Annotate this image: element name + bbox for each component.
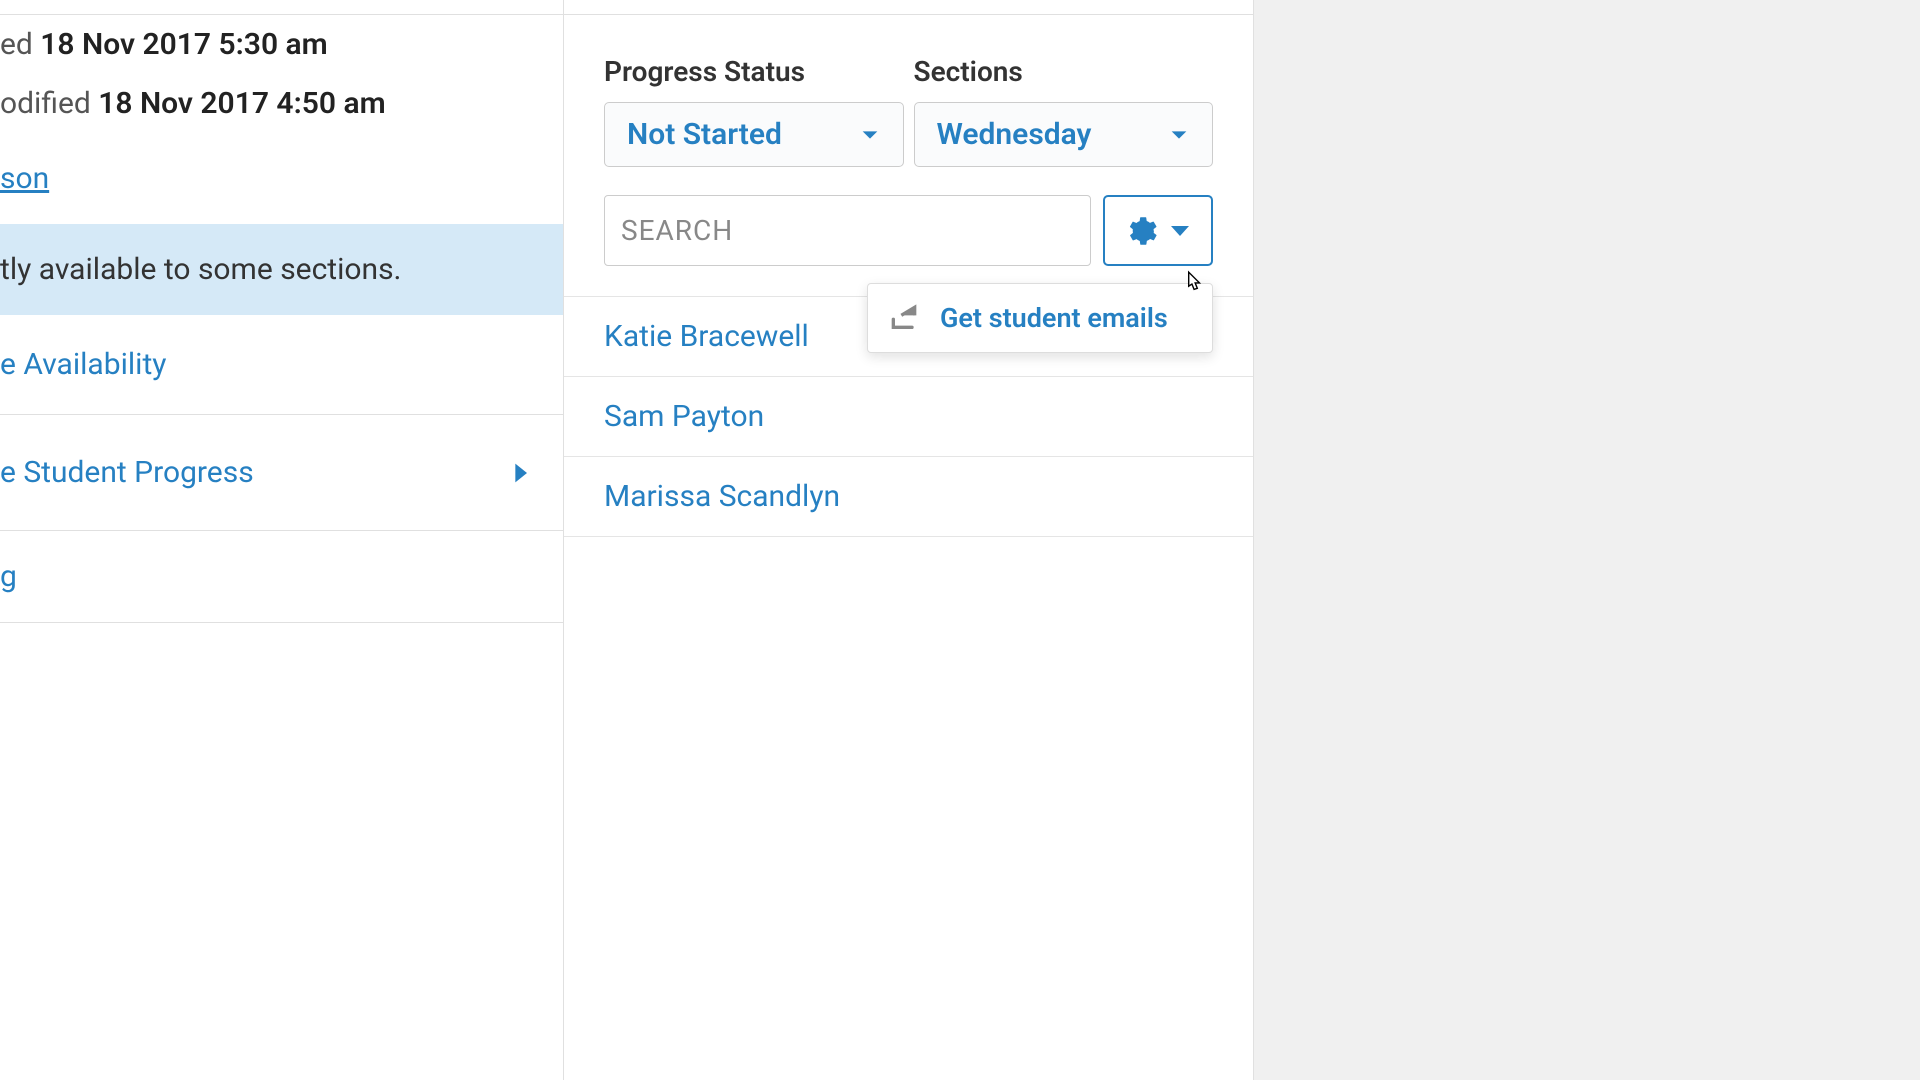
lesson-link[interactable]: son xyxy=(0,161,49,196)
right-panel: Progress Status Not Started Sections Wed… xyxy=(564,0,1254,1080)
modified-prefix: odified xyxy=(0,86,98,121)
progress-status-dropdown[interactable]: Not Started xyxy=(604,102,904,167)
chevron-down-icon xyxy=(1168,124,1190,146)
created-prefix: ed xyxy=(0,27,40,62)
sections-filter-group: Sections Wednesday xyxy=(914,55,1214,167)
student-item[interactable]: Marissa Scandlyn xyxy=(564,457,1253,537)
modified-date-line: odified 18 Nov 2017 4:50 am xyxy=(0,74,564,133)
lesson-link-row: son xyxy=(0,133,564,224)
sections-dropdown[interactable]: Wednesday xyxy=(914,102,1214,167)
search-row: Get student emails xyxy=(604,195,1213,266)
student-progress-row[interactable]: e Student Progress xyxy=(0,415,564,531)
search-input[interactable] xyxy=(604,195,1091,266)
created-date: 18 Nov 2017 5:30 am xyxy=(40,27,327,62)
left-panel: ed 18 Nov 2017 5:30 am odified 18 Nov 20… xyxy=(0,0,564,1080)
settings-menu: Get student emails xyxy=(867,283,1213,353)
caret-down-icon xyxy=(1171,226,1189,236)
manage-availability-link[interactable]: e Availability xyxy=(0,315,564,415)
availability-banner: tly available to some sections. xyxy=(0,224,564,315)
student-item[interactable]: Sam Payton xyxy=(564,377,1253,457)
chevron-right-icon xyxy=(506,459,534,487)
banner-text: tly available to some sections. xyxy=(0,252,401,287)
get-emails-label: Get student emails xyxy=(940,302,1168,334)
sections-value: Wednesday xyxy=(937,117,1092,152)
gear-icon xyxy=(1127,216,1157,246)
truncated-link[interactable]: g xyxy=(0,531,564,623)
progress-filter-group: Progress Status Not Started xyxy=(604,55,904,167)
student-progress-label: e Student Progress xyxy=(0,455,254,490)
progress-status-label: Progress Status xyxy=(604,55,904,88)
filter-row: Progress Status Not Started Sections Wed… xyxy=(604,55,1213,167)
background-area xyxy=(1254,0,1920,1080)
modified-date: 18 Nov 2017 4:50 am xyxy=(98,86,385,121)
export-icon xyxy=(888,302,920,334)
chevron-down-icon xyxy=(859,124,881,146)
sections-label: Sections xyxy=(914,55,1214,88)
get-student-emails-item[interactable]: Get student emails xyxy=(868,284,1212,352)
created-date-line: ed 18 Nov 2017 5:30 am xyxy=(0,15,564,74)
settings-button[interactable] xyxy=(1103,195,1213,266)
progress-status-value: Not Started xyxy=(627,117,782,152)
